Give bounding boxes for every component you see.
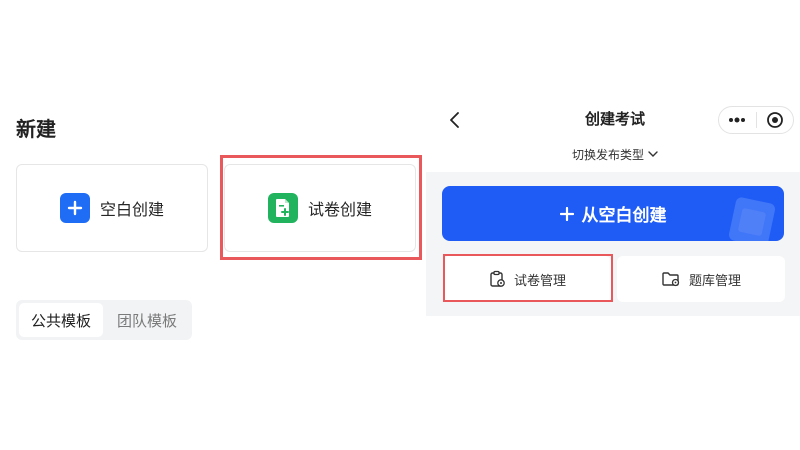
more-icon[interactable] [719,107,756,133]
blank-create-label: 空白创建 [99,200,164,219]
plus-icon [59,193,90,223]
paper-create-card[interactable]: 试卷创建 [224,164,416,252]
create-from-blank-label: 从空白创建 [581,206,667,226]
tab-team-templates[interactable]: 团队模板 [105,303,189,337]
switch-publish-type[interactable]: 切换发布类型 [560,146,670,163]
nav-title: 创建考试 [584,110,645,128]
close-target-icon[interactable] [757,107,794,133]
switch-publish-type-label: 切换发布类型 [571,148,644,162]
section-title: 新建 [16,117,56,141]
folder-gear-icon [662,272,680,287]
question-bank-button[interactable]: 题库管理 [617,256,785,302]
plus-icon [559,206,574,221]
decorative-document-icon [728,197,776,241]
back-icon[interactable] [446,109,466,131]
template-tabs: 公共模板 团队模板 [16,300,192,340]
blank-create-card[interactable]: 空白创建 [16,164,208,252]
create-from-blank-button[interactable]: 从空白创建 [442,186,784,241]
miniapp-capsule [718,106,794,134]
document-add-icon [267,193,298,223]
clipboard-gear-icon [490,270,505,287]
paper-management-button[interactable]: 试卷管理 [443,256,611,302]
tab-public-templates[interactable]: 公共模板 [19,303,103,337]
chevron-down-icon [648,151,658,157]
question-bank-label: 题库管理 [688,273,741,289]
paper-management-label: 试卷管理 [513,273,566,289]
paper-create-label: 试卷创建 [307,200,372,219]
